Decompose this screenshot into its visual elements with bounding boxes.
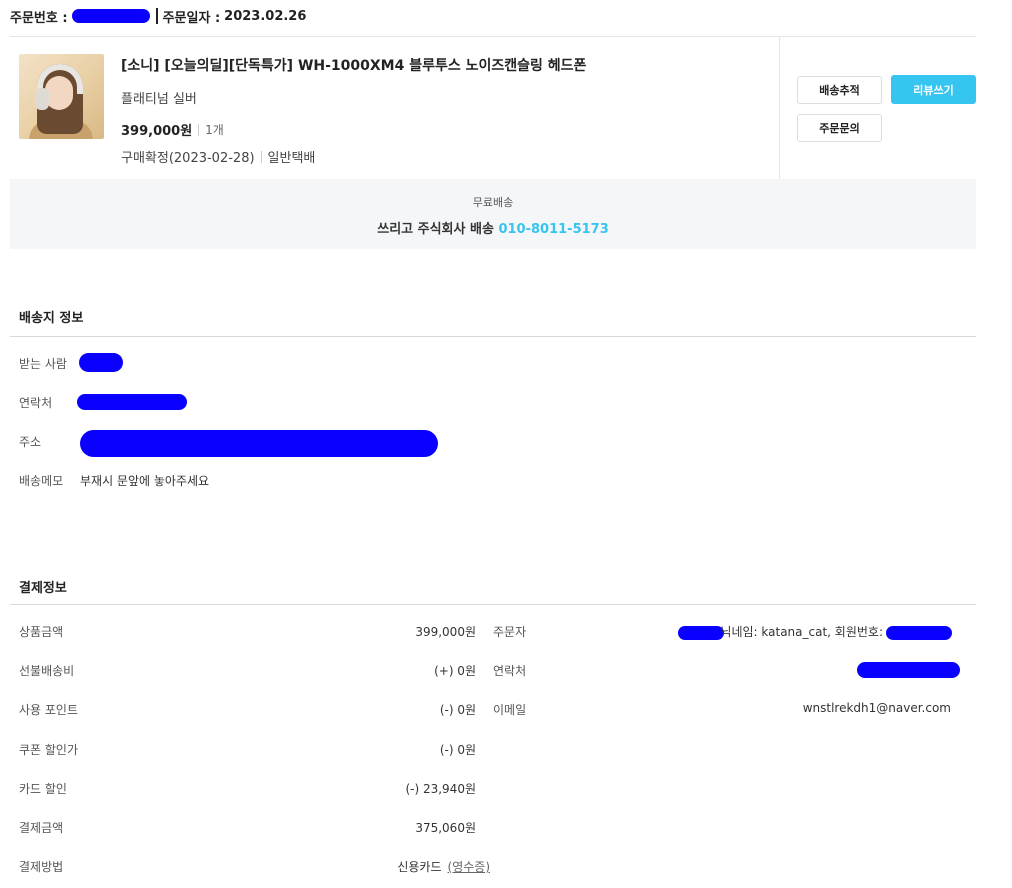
shipping-fee: 무료배송 (472, 196, 514, 209)
order-number-redacted (71, 9, 150, 23)
contact-label: 연락처 (19, 396, 53, 410)
shipping-fee-label: 선불배송비 (19, 664, 75, 678)
contact-redacted (77, 394, 187, 410)
buyer-contact-label: 연락처 (493, 664, 527, 678)
carrier-phone: 010-8011-5173 (498, 222, 609, 237)
product-thumbnail[interactable] (19, 54, 104, 139)
order-header: 주문번호 : 주문일자 : 2023.02.26 (10, 5, 306, 27)
payment-method-value: 신용카드 (397, 860, 442, 874)
shipping-carrier: 쓰리고 주식회사 배송 (377, 222, 494, 237)
order-number-label: 주문번호 : (10, 10, 68, 26)
total-payment-value: 375,060원 (415, 821, 476, 835)
shipping-summary: 무료배송 쓰리고 주식회사 배송 010-8011-5173 (10, 179, 976, 249)
payment-method-label: 결제방법 (19, 860, 64, 874)
buyer-value-row: 닉네임: katana_cat, 회원번호: (678, 623, 952, 640)
points-used-label: 사용 포인트 (19, 703, 79, 717)
buyer-contact-redacted (857, 662, 960, 678)
email-value: wnstlrekdh1@naver.com (802, 701, 951, 715)
buyer-name-redacted (678, 625, 725, 640)
divider (10, 336, 976, 337)
order-status: 구매확정(2023-02-28) (121, 151, 255, 166)
coupon-discount-label: 쿠폰 할인가 (19, 743, 79, 757)
order-item: [소니] [오늘의딜][단독특가] WH-1000XM4 블루투스 노이즈캔슬링… (10, 37, 779, 179)
buyer-info-text: 닉네임: katana_cat, 회원번호: (720, 625, 883, 639)
delivery-info-title: 배송지 정보 (19, 311, 84, 326)
member-number-redacted (886, 625, 952, 640)
payment-method-row: 신용카드 (영수증) (397, 858, 490, 875)
buyer-label: 주문자 (493, 625, 527, 639)
write-review-button[interactable]: 리뷰쓰기 (891, 75, 976, 104)
email-label: 이메일 (493, 703, 527, 717)
total-payment-label: 결제금액 (19, 821, 64, 835)
receipt-link[interactable]: (영수증) (448, 860, 490, 874)
track-delivery-button[interactable]: 배송추적 (797, 76, 882, 104)
recipient-label: 받는 사람 (19, 357, 67, 371)
address-redacted (80, 430, 438, 457)
product-amount-label: 상품금액 (19, 625, 64, 639)
product-quantity: 1개 (205, 123, 224, 137)
coupon-discount-value: (-) 0원 (439, 743, 476, 757)
shipping-fee-value: (+) 0원 (434, 664, 476, 678)
product-price-row: 399,000원 1개 (121, 120, 224, 139)
memo-label: 배송메모 (19, 474, 64, 488)
card-discount-label: 카드 할인 (19, 782, 67, 796)
recipient-redacted (79, 353, 123, 372)
payment-info-title: 결제정보 (19, 581, 67, 596)
shipping-carrier-row: 쓰리고 주식회사 배송 010-8011-5173 (10, 218, 976, 237)
order-status-row: 구매확정(2023-02-28) 일반택배 (121, 147, 315, 166)
delivery-type: 일반택배 (267, 151, 316, 166)
divider (260, 150, 262, 163)
product-price: 399,000원 (121, 124, 193, 139)
product-title-link[interactable]: [소니] [오늘의딜][단독특가] WH-1000XM4 블루투스 노이즈캔슬링… (121, 55, 586, 75)
order-date-value: 2023.02.26 (224, 8, 307, 24)
memo-value: 부재시 문앞에 놓아주세요 (80, 474, 210, 488)
card-discount-value: (-) 23,940원 (405, 782, 476, 796)
product-option: 플래티넘 실버 (121, 92, 197, 107)
divider (779, 37, 780, 179)
points-used-value: (-) 0원 (439, 703, 476, 717)
divider (10, 604, 976, 605)
address-label: 주소 (19, 435, 42, 449)
order-date-label: 주문일자 : (162, 10, 221, 26)
order-inquiry-button[interactable]: 주문문의 (797, 114, 882, 142)
product-amount-value: 399,000원 (415, 625, 476, 639)
header-divider (155, 8, 158, 24)
divider (198, 123, 200, 136)
